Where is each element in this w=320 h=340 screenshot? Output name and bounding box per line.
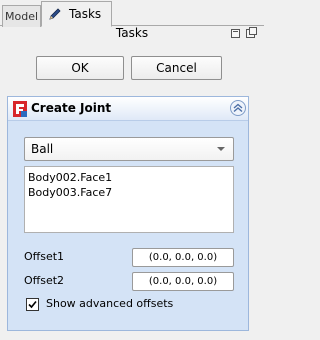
checkmark-icon xyxy=(28,300,37,309)
joint-type-select[interactable]: Ball xyxy=(24,137,234,161)
offset2-label: Offset2 xyxy=(24,274,65,287)
collapse-icon[interactable] xyxy=(230,100,246,116)
taskbox-title: Create Joint xyxy=(31,101,112,115)
offset1-label: Offset1 xyxy=(24,250,65,263)
close-icon[interactable] xyxy=(246,27,257,38)
joint-type-value: Ball xyxy=(31,142,54,156)
ok-button[interactable]: OK xyxy=(36,56,124,80)
references-list[interactable]: Body002.Face1 Body003.Face7 xyxy=(24,166,234,233)
freecad-logo-icon xyxy=(13,101,27,117)
panel-title: Tasks xyxy=(115,26,149,40)
show-advanced-offsets-label[interactable]: Show advanced offsets xyxy=(46,297,173,310)
tab-model-label: Model xyxy=(4,10,39,23)
float-icon[interactable] xyxy=(231,29,240,38)
taskbox-header: Create Joint xyxy=(8,97,248,121)
create-joint-taskbox: Create Joint Ball Body002.Face1 Body003.… xyxy=(7,96,249,331)
tab-tasks[interactable]: Tasks xyxy=(41,1,112,27)
dropdown-arrow-icon xyxy=(217,147,225,151)
tab-model[interactable]: Model xyxy=(2,5,41,27)
list-item[interactable]: Body002.Face1 xyxy=(28,170,230,185)
show-advanced-offsets-checkbox[interactable] xyxy=(26,298,39,311)
cancel-button[interactable]: Cancel xyxy=(131,56,222,80)
pencil-icon xyxy=(49,8,61,20)
tab-tasks-label: Tasks xyxy=(69,7,102,21)
offset2-field[interactable]: (0.0, 0.0, 0.0) xyxy=(132,272,234,291)
tab-bar: Model Tasks xyxy=(0,0,264,27)
offset1-field[interactable]: (0.0, 0.0, 0.0) xyxy=(132,248,234,267)
list-item[interactable]: Body003.Face7 xyxy=(28,185,230,200)
